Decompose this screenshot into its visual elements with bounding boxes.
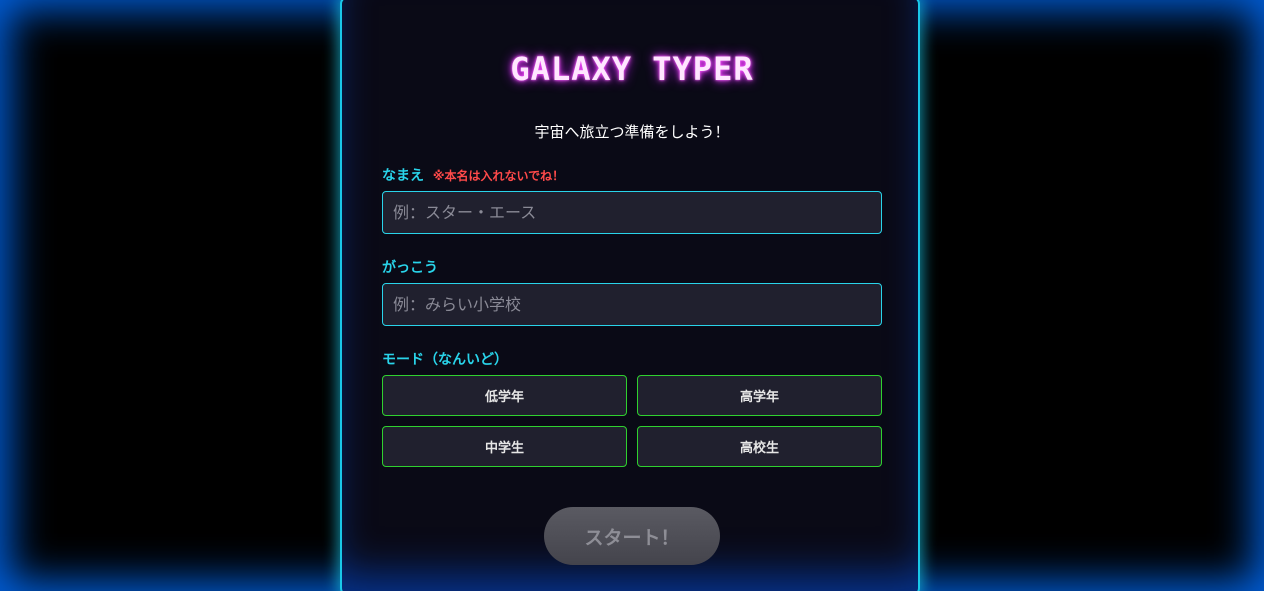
mode-button-high-elementary[interactable]: 高学年 [637, 375, 882, 416]
school-label-text: がっこう [382, 260, 438, 276]
name-warning: ※本名は入れないでね！ [432, 169, 565, 183]
mode-button-low-elementary[interactable]: 低学年 [382, 375, 627, 416]
school-label: がっこう [382, 257, 438, 277]
mode-label-text: モード（なんいど） [382, 352, 508, 368]
app-title: GALAXY TYPER [510, 50, 754, 88]
mode-button-junior-high[interactable]: 中学生 [382, 426, 627, 467]
name-label: なまえ ※本名は入れないでね！ [382, 165, 564, 185]
school-input[interactable] [382, 283, 882, 326]
mode-label: モード（なんいど） [382, 349, 508, 369]
name-input[interactable] [382, 191, 882, 234]
setup-panel: GALAXY TYPER 宇宙へ旅立つ準備をしよう！ なまえ ※本名は入れないで… [340, 0, 920, 591]
name-label-text: なまえ [382, 168, 424, 184]
start-button[interactable]: スタート！ [544, 507, 720, 565]
mode-button-high-school[interactable]: 高校生 [637, 426, 882, 467]
subtitle: 宇宙へ旅立つ準備をしよう！ [534, 123, 730, 141]
